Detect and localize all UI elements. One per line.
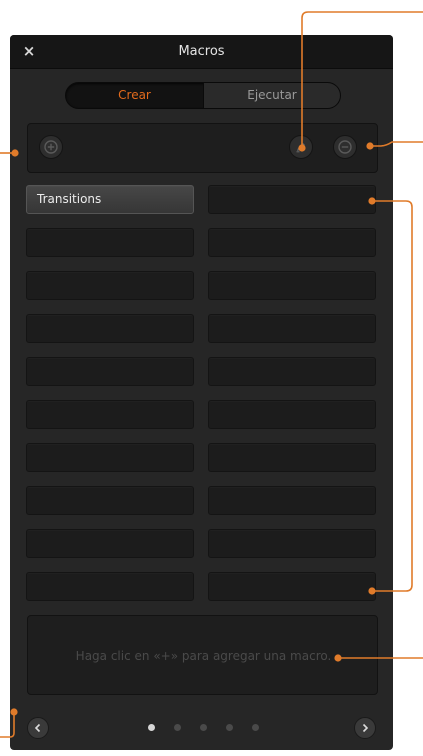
macro-slot[interactable] [26,314,194,343]
page-dot[interactable] [148,724,155,731]
page-dot[interactable] [174,724,181,731]
macro-slot[interactable] [208,314,376,343]
macro-slot[interactable] [208,185,376,214]
macro-slot[interactable] [208,228,376,257]
macro-slot[interactable] [208,357,376,386]
macro-slot[interactable] [208,271,376,300]
edit-macro-button[interactable] [289,135,313,159]
macro-slot[interactable] [208,400,376,429]
page-indicator [148,724,259,734]
macro-slot[interactable]: Transitions [26,185,194,214]
screenshot-stage: × Macros Crear Ejecutar Transitions Haga… [0,0,423,756]
macro-toolbar [27,123,378,173]
macro-slot[interactable] [26,400,194,429]
window-title: Macros [178,44,225,59]
macro-slot[interactable] [26,443,194,472]
tab-crear[interactable]: Crear [66,83,203,108]
macro-slot[interactable] [208,529,376,558]
mode-switch: Crear Ejecutar [65,82,341,109]
page-dot[interactable] [252,724,259,731]
macro-slot[interactable] [208,486,376,515]
tab-ejecutar[interactable]: Ejecutar [203,83,340,108]
macro-slot[interactable] [26,357,194,386]
macro-slot[interactable] [26,572,194,601]
macro-slot[interactable] [208,443,376,472]
page-dot[interactable] [226,724,233,731]
title-bar: × Macros [10,35,393,69]
remove-macro-button[interactable] [333,135,357,159]
macros-window: × Macros Crear Ejecutar Transitions Haga… [10,35,393,750]
macro-slot[interactable] [26,271,194,300]
add-macro-button[interactable] [39,135,63,159]
macro-description-box[interactable]: Haga clic en «+» para agregar una macro. [27,615,378,695]
macro-slot[interactable] [26,529,194,558]
macro-slot[interactable] [26,228,194,257]
minus-circle-icon [338,140,352,154]
macro-slot[interactable] [208,572,376,601]
chevron-right-icon [362,723,369,733]
plus-circle-icon [44,140,58,154]
macro-description-placeholder: Haga clic en «+» para agregar una macro. [75,649,332,663]
next-page-button[interactable] [354,717,376,739]
pencil-icon [296,143,305,153]
macro-slot[interactable] [26,486,194,515]
page-dot[interactable] [200,724,207,731]
chevron-left-icon [34,723,41,733]
prev-page-button[interactable] [27,717,49,739]
